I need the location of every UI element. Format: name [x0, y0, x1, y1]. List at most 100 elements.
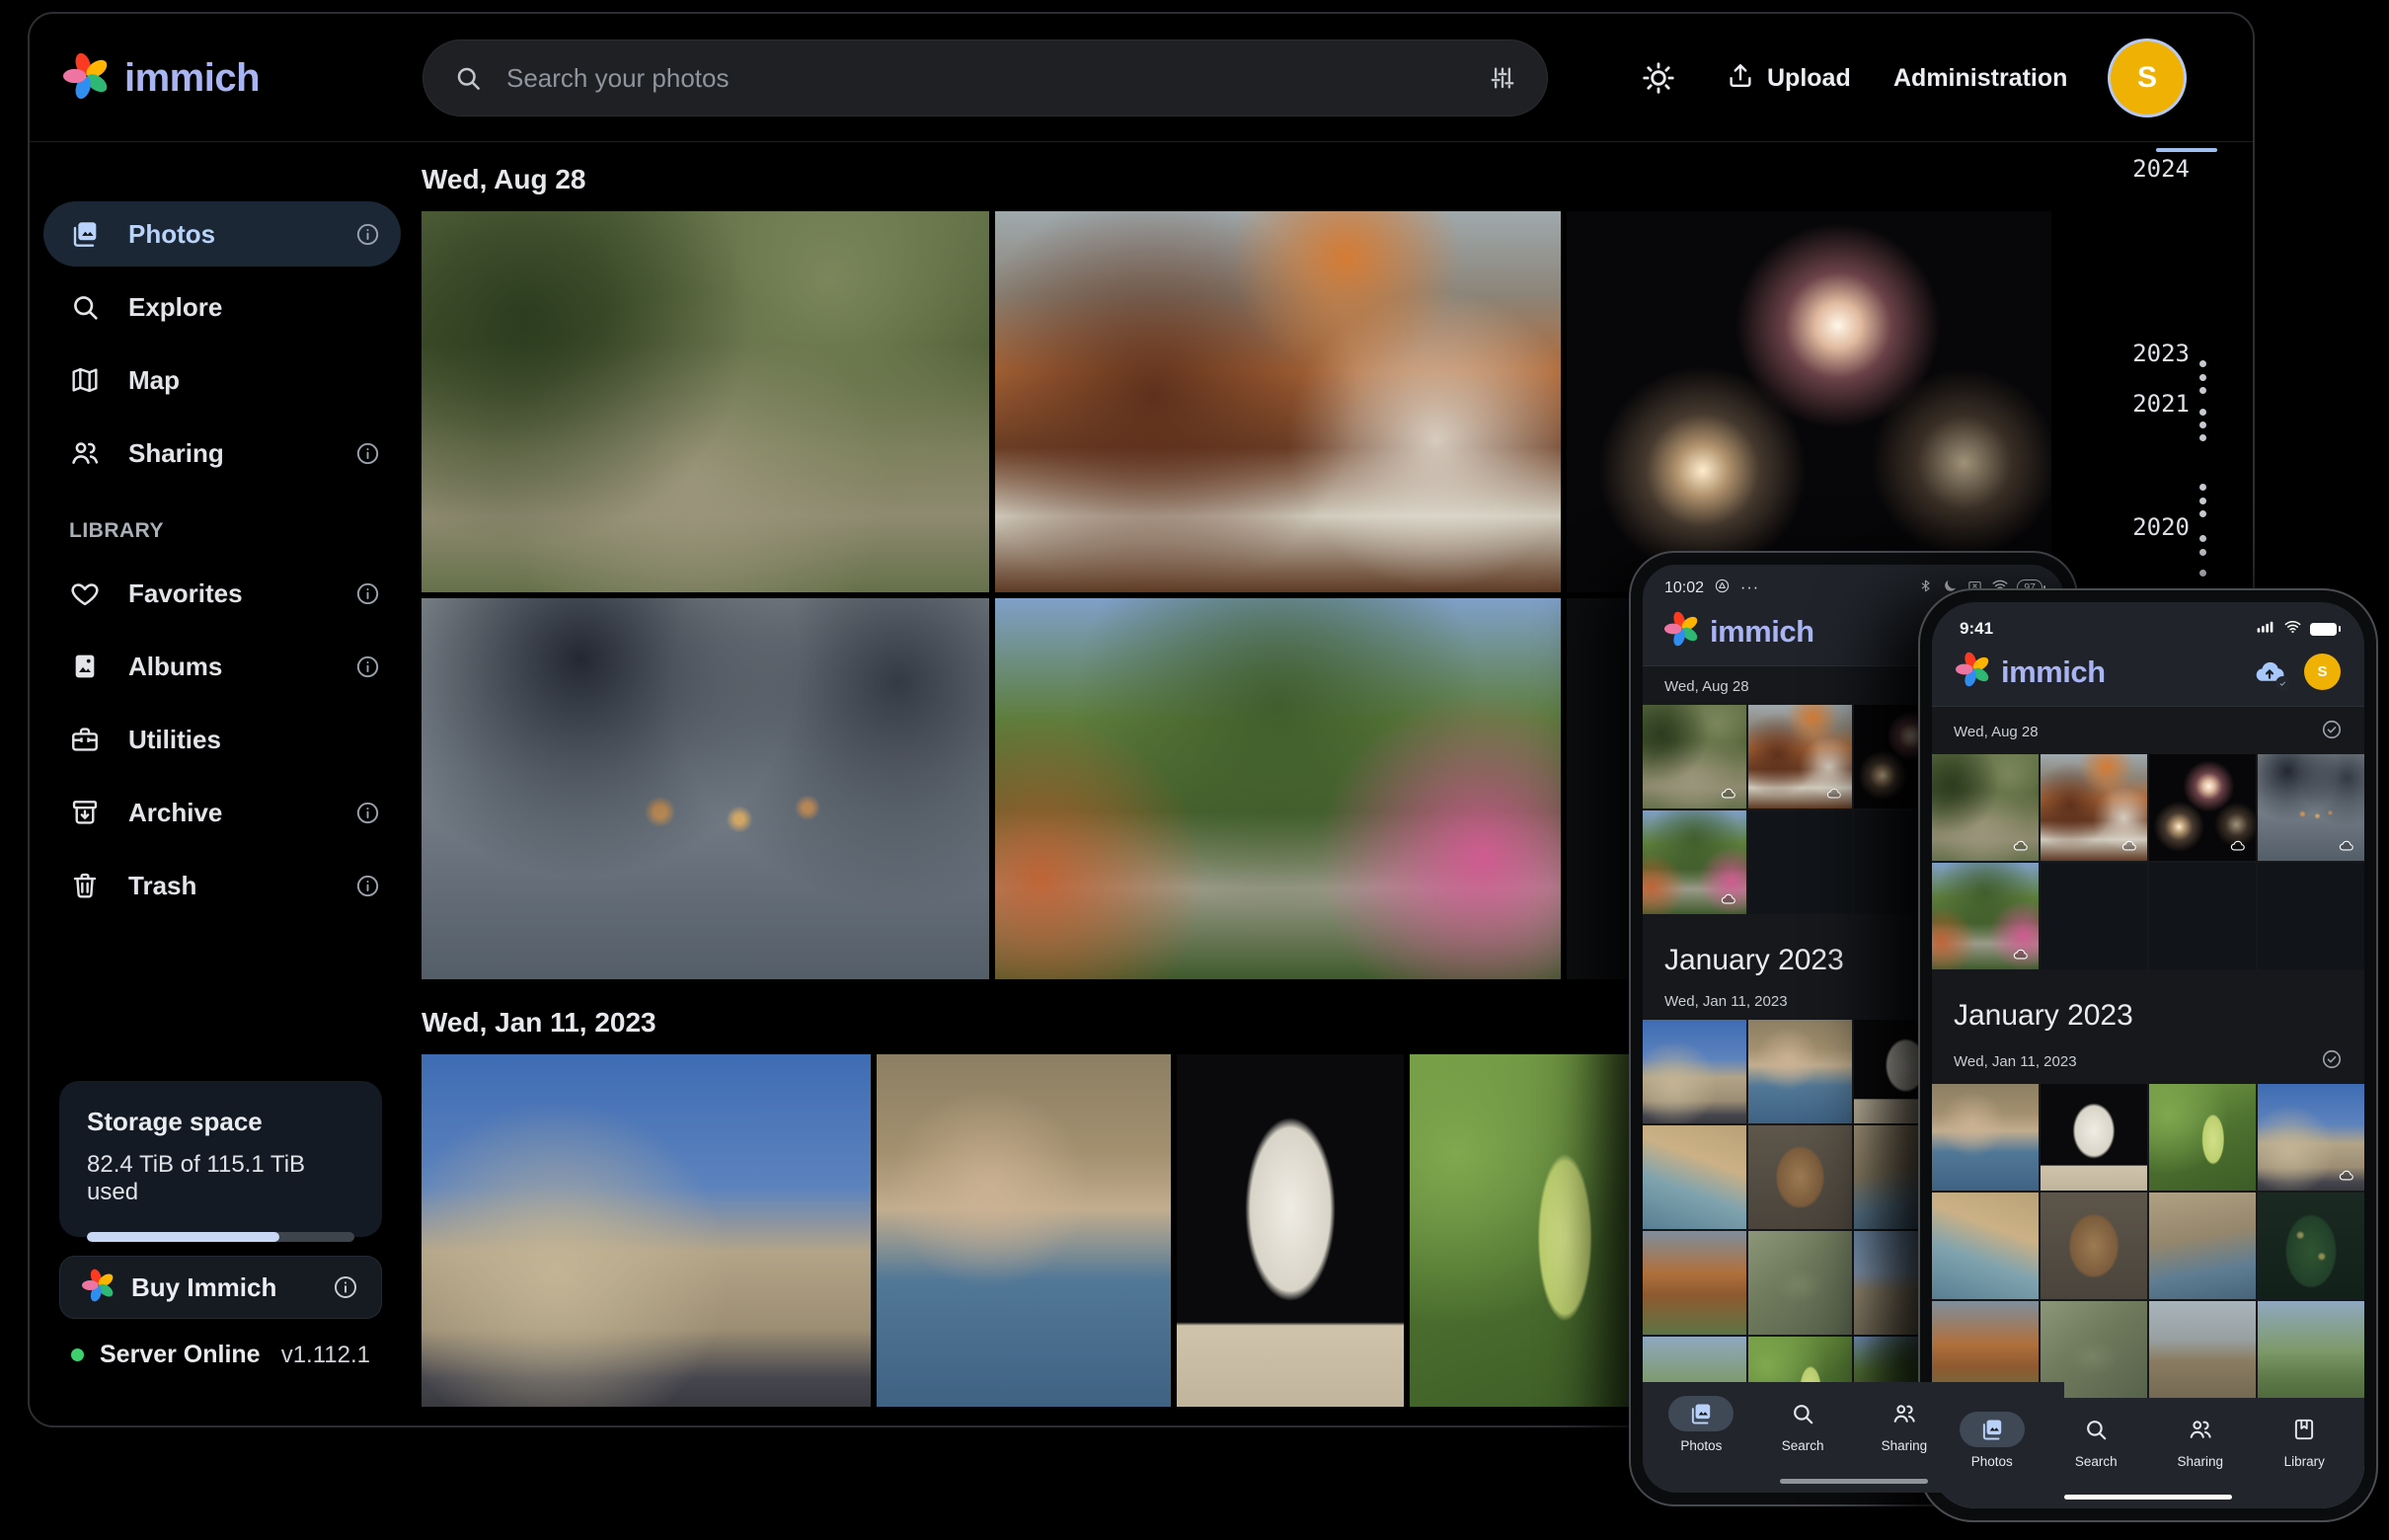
data-saver-icon	[1714, 578, 1731, 599]
not-backed-up-cloud-icon	[2119, 837, 2140, 855]
photo-thumb-dinner[interactable]	[2041, 754, 2147, 861]
administration-link[interactable]: Administration	[1893, 50, 2067, 106]
info-icon[interactable]	[354, 580, 381, 607]
info-icon[interactable]	[354, 873, 381, 899]
server-version: v1.112.1	[281, 1342, 370, 1369]
nav-tab-photos[interactable]: Photos	[1651, 1396, 1752, 1493]
sidebar-item-archive[interactable]: Archive	[43, 780, 401, 845]
photo-thumb-zoo[interactable]	[1932, 754, 2039, 861]
timeline-year-2023[interactable]: 2023	[2132, 340, 2190, 367]
photo-thumb-beach[interactable]	[1643, 1125, 1746, 1229]
photo-thumb-coastal[interactable]	[1932, 1084, 2039, 1191]
photo-thumb-beach[interactable]	[1932, 1193, 2039, 1299]
brand-wordmark: immich	[1710, 614, 1814, 650]
home-indicator[interactable]	[1780, 1479, 1928, 1484]
sidebar-item-favorites[interactable]: Favorites	[43, 561, 401, 626]
search-bar[interactable]: Search your photos	[423, 39, 1548, 116]
photo-thumb-stone[interactable]	[1748, 1125, 1852, 1229]
select-all-check-icon[interactable]	[2321, 1048, 2343, 1074]
backup-cloud-icon[interactable]	[2251, 656, 2288, 688]
sidebar-item-explore[interactable]: Explore	[43, 274, 401, 340]
storage-space-card: Storage space 82.4 TiB of 115.1 TiB used	[59, 1081, 382, 1237]
timeline-tick-dot	[2199, 510, 2206, 517]
home-indicator[interactable]	[2064, 1495, 2232, 1500]
immich-flower-icon	[63, 52, 111, 105]
photo-dinner[interactable]	[995, 211, 1561, 592]
not-backed-up-cloud-icon	[1718, 785, 1739, 803]
brand-wordmark: immich	[124, 56, 260, 101]
photo-coastal[interactable]	[877, 1054, 1171, 1407]
timeline-year-2024[interactable]: 2024	[2132, 155, 2190, 183]
sidebar-item-trash[interactable]: Trash	[43, 853, 401, 918]
photo-thumb-dinner[interactable]	[1748, 705, 1852, 808]
info-icon[interactable]	[332, 1273, 359, 1301]
photo-park[interactable]	[995, 598, 1561, 979]
photo-thumb-stone[interactable]	[2041, 1193, 2147, 1299]
photo-zoo[interactable]	[422, 211, 989, 592]
timeline-year-2021[interactable]: 2021	[2132, 390, 2190, 418]
sidebar-item-utilities[interactable]: Utilities	[43, 707, 401, 772]
photo-hands[interactable]	[422, 598, 989, 979]
timeline-year-2020[interactable]: 2020	[2132, 513, 2190, 541]
photo-thumb-lizard[interactable]	[1748, 1231, 1852, 1335]
upload-icon	[1726, 60, 1755, 97]
photo-thumb-coastal[interactable]	[1748, 1020, 1852, 1123]
month-header: January 2023	[1932, 971, 2364, 1037]
phone-b-screen: 9:41 immich S	[1932, 602, 2364, 1508]
immich-flower-icon	[82, 1269, 116, 1307]
sidebar-item-photos[interactable]: Photos	[43, 201, 401, 267]
immich-logo[interactable]: immich	[63, 14, 260, 142]
server-status-label: Server Online	[100, 1341, 261, 1369]
photo-thumb-bridge[interactable]	[2149, 1301, 2256, 1408]
photo-thumb-hands[interactable]	[2258, 754, 2364, 861]
sharing-icon	[69, 437, 101, 469]
timeline-tick-dot	[2199, 387, 2206, 394]
photo-thumb-farm[interactable]	[2258, 1301, 2364, 1408]
albums-icon	[69, 651, 101, 682]
sidebar-item-sharing[interactable]: Sharing	[43, 421, 401, 486]
photo-thumb-fireworks[interactable]	[2149, 754, 2256, 861]
nav-tab-library[interactable]: Library	[2253, 1412, 2357, 1508]
timeline-tick-dot	[2199, 409, 2206, 416]
photo-thumb-walls[interactable]	[2149, 1193, 2256, 1299]
user-avatar[interactable]: S	[2304, 654, 2341, 690]
sidebar-item-albums[interactable]: Albums	[43, 634, 401, 699]
timeline-tick-dot	[2199, 422, 2206, 428]
photo-thumb-park[interactable]	[1643, 810, 1746, 914]
photo-fireworks[interactable]	[1567, 211, 2051, 592]
select-all-check-icon[interactable]	[2321, 719, 2343, 744]
photo-thumb-aerial[interactable]	[1643, 1231, 1746, 1335]
upload-button[interactable]: Upload	[1726, 50, 1851, 106]
empty-grid-slot	[2041, 863, 2147, 969]
sidebar-item-map[interactable]: Map	[43, 347, 401, 413]
photo-thumb-berries[interactable]	[2149, 1084, 2256, 1191]
photo-thumb-fortress[interactable]	[2258, 1084, 2364, 1191]
photo-thumb-fortress[interactable]	[1643, 1020, 1746, 1123]
archive-icon	[69, 797, 101, 828]
search-placeholder: Search your photos	[506, 63, 1464, 94]
timeline-tick-dot	[2199, 484, 2206, 491]
photo-fortress[interactable]	[422, 1054, 871, 1407]
photo-sculpture[interactable]	[1177, 1054, 1404, 1407]
info-icon[interactable]	[354, 221, 381, 248]
sharing-icon	[2168, 1412, 2233, 1447]
photo-thumb-zoo[interactable]	[1643, 705, 1746, 808]
timeline-tick-dot	[2199, 374, 2206, 381]
photos-icon	[1668, 1396, 1734, 1431]
timeline-tick-dot	[2199, 570, 2206, 577]
theme-toggle-button[interactable]	[1631, 50, 1686, 106]
info-icon[interactable]	[354, 654, 381, 680]
photo-thumb-xmas[interactable]	[2258, 1193, 2364, 1299]
photo-thumb-park[interactable]	[1932, 863, 2039, 969]
date-group-header: Wed, Jan 11, 2023	[1932, 1037, 2364, 1084]
photo-thumb-sculpture[interactable]	[2041, 1084, 2147, 1191]
info-icon[interactable]	[354, 440, 381, 467]
phone-b-immich-logo: immich S	[1932, 644, 2364, 706]
search-filter-icon[interactable]	[1488, 63, 1517, 93]
not-backed-up-cloud-icon	[2010, 946, 2032, 963]
info-icon[interactable]	[354, 800, 381, 826]
explore-icon	[69, 291, 101, 323]
storage-progress-bar	[87, 1232, 354, 1242]
buy-immich-button[interactable]: Buy Immich	[59, 1256, 382, 1319]
nav-tab-photos[interactable]: Photos	[1940, 1412, 2044, 1508]
